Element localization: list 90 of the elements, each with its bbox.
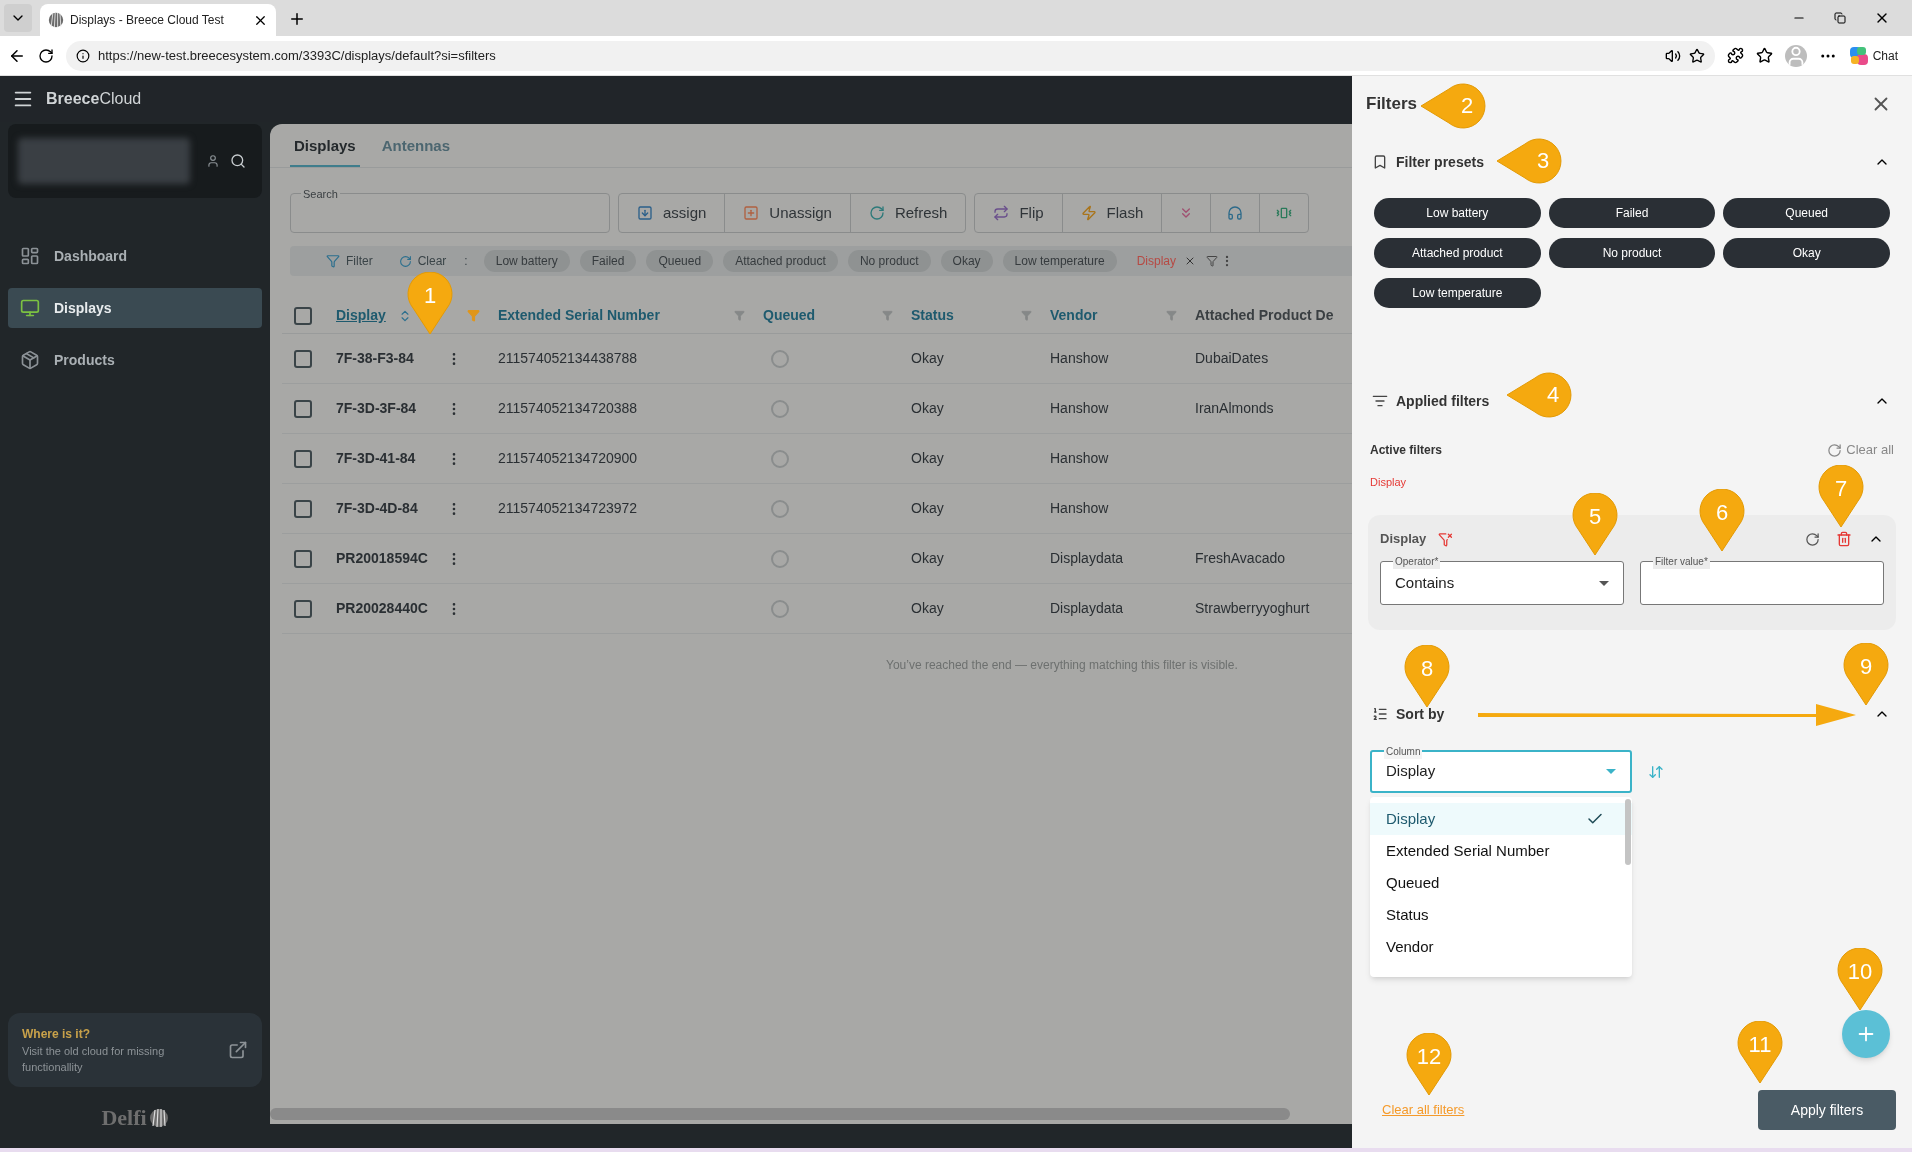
browser-tab[interactable]: Displays - Breece Cloud Test	[40, 4, 276, 36]
nav-item[interactable]: Displays	[8, 288, 262, 328]
callout-marker: 9	[1841, 643, 1891, 707]
dropdown-option[interactable]: Display	[1370, 803, 1632, 835]
active-filters-label: Active filters	[1370, 442, 1443, 459]
table-cell: Displaydata	[1050, 550, 1124, 566]
column-header[interactable]: Vendor	[1050, 305, 1098, 326]
filter-chip[interactable]: No product	[847, 250, 931, 272]
filter-chip[interactable]: Low temperature	[1002, 250, 1117, 272]
clear-label[interactable]: Clear	[398, 252, 447, 270]
table-cell-text: 7F-3D-4D-84	[336, 499, 418, 518]
promo-card[interactable]: Where is it? Visit the old cloud for missing functionallity	[8, 1013, 262, 1087]
table-cell: Okay	[911, 500, 944, 516]
preset-button[interactable]: Low temperature	[1374, 278, 1541, 308]
filter-chip[interactable]: Attached product	[723, 250, 838, 272]
action-button[interactable]: Refresh	[849, 193, 967, 233]
table-cell: Okay	[911, 400, 944, 416]
dropdown-option[interactable]: Extended Serial Number	[1370, 835, 1632, 867]
table-cell: 211574052134720900	[498, 450, 638, 466]
section-title: Filter presets	[1396, 152, 1484, 172]
card-title: Display	[1380, 530, 1427, 549]
callout-marker: 11	[1735, 1021, 1785, 1085]
tab-title: Displays - Breece Cloud Test	[70, 12, 225, 29]
filter-chip[interactable]: Okay	[940, 250, 993, 272]
promo-text: Visit the old cloud for missing functionallity	[22, 1044, 166, 1075]
dropdown-option[interactable]: Queued	[1370, 867, 1632, 899]
action-button[interactable]: assign	[618, 193, 726, 233]
panel-title: Filters	[1366, 93, 1418, 116]
table-cell: Strawberryyoghurt	[1195, 600, 1310, 616]
apply-filters-button[interactable]: Apply filters	[1758, 1090, 1896, 1130]
preset-button[interactable]: Okay	[1723, 238, 1890, 268]
callout-marker: 7	[1816, 465, 1866, 529]
clear-all-button[interactable]: Clear all	[1827, 440, 1894, 460]
chat-button[interactable]: Chat	[1848, 45, 1904, 66]
table-cell: 211574052134723972	[498, 500, 638, 516]
table-cell: Hanshow	[1050, 450, 1109, 466]
callout-marker: 1	[405, 272, 455, 336]
table-cell: IranAlmonds	[1195, 400, 1274, 416]
separator-text: :	[464, 253, 468, 270]
table-cell-text: 7F-3D-3F-84	[336, 399, 417, 418]
action-button[interactable]: Flip	[974, 193, 1063, 233]
table-cell-text: 7F-3D-41-84	[336, 449, 416, 468]
filter-chip[interactable]: Failed	[579, 250, 637, 272]
column-header[interactable]: Status	[911, 305, 954, 326]
nav-item[interactable]: Dashboard	[8, 236, 262, 276]
table-cell: 211574052134438788	[498, 350, 638, 366]
column-header[interactable]: Queued	[763, 305, 816, 326]
action-button[interactable]: Flash	[1061, 193, 1163, 233]
callout-marker: 6	[1697, 489, 1747, 553]
filter-chip[interactable]: Queued	[646, 250, 714, 272]
table-cell: Hanshow	[1050, 500, 1109, 516]
column-header[interactable]: Display	[336, 305, 386, 326]
promo-title: Where is it?	[22, 1026, 91, 1043]
delfi-logo-text: Delfi	[101, 1104, 147, 1132]
nav-item[interactable]: Products	[8, 340, 262, 380]
table-cell: Hanshow	[1050, 350, 1109, 366]
url-text: https://new-test.breecesystem.com/3393C/displays/default?si=sfilters	[98, 46, 497, 65]
filter-chip[interactable]: Low battery	[483, 250, 570, 272]
preset-button[interactable]: Low battery	[1374, 198, 1541, 228]
view-tab[interactable]: Displays	[290, 127, 360, 167]
table-cell: Displaydata	[1050, 600, 1124, 616]
table-cell-text: PR20028440C	[336, 599, 428, 618]
dropdown-option[interactable]: Vendor	[1370, 931, 1632, 963]
table-cell-text: 7F-38-F3-84	[336, 349, 414, 368]
preset-button[interactable]: Queued	[1723, 198, 1890, 228]
table-cell: Okay	[911, 600, 944, 616]
action-button[interactable]: Unassign	[724, 193, 851, 233]
callout-marker: 8	[1402, 645, 1452, 709]
filter-label[interactable]: Filter	[326, 252, 373, 270]
dropdown-option[interactable]: Status	[1370, 899, 1632, 931]
preset-button[interactable]: Failed	[1548, 198, 1716, 228]
preset-button[interactable]: Attached product	[1374, 238, 1541, 268]
preset-button[interactable]: No product	[1548, 238, 1716, 268]
table-cell: Okay	[911, 450, 944, 466]
table-cell: Hanshow	[1050, 400, 1109, 416]
table-cell: Okay	[911, 550, 944, 566]
table-cell: 211574052134720388	[498, 400, 638, 416]
address-bar[interactable]: https://new-test.breecesystem.com/3393C/displays/default?si=sfilters	[66, 40, 1715, 71]
section-title: Applied filters	[1396, 391, 1490, 411]
column-header[interactable]: Attached Product De	[1195, 305, 1334, 326]
table-cell: FreshAvacado	[1195, 550, 1285, 566]
callout-marker: 5	[1570, 493, 1620, 557]
table-cell: Okay	[911, 350, 944, 366]
callout-marker: 12	[1404, 1033, 1454, 1097]
brand-name: BreeceCloud	[46, 89, 142, 109]
table-cell: DubaiDates	[1195, 350, 1269, 366]
active-filter-tag[interactable]: Display	[1370, 474, 1407, 492]
table-cell-text: PR20018594C	[336, 549, 428, 568]
column-header[interactable]: Extended Serial Number	[498, 305, 660, 326]
callout-marker: 10	[1835, 948, 1885, 1012]
